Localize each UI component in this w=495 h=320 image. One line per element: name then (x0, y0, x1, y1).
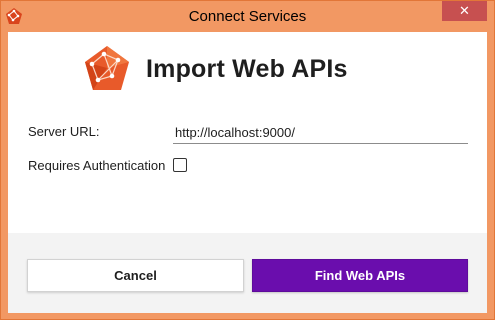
close-icon: ✕ (459, 3, 470, 18)
dialog-content: Import Web APIs Server URL: Requires Aut… (8, 32, 487, 313)
find-web-apis-button[interactable]: Find Web APIs (252, 259, 468, 292)
page-title: Import Web APIs (146, 54, 348, 83)
server-url-input[interactable] (173, 122, 468, 144)
close-button[interactable]: ✕ (442, 1, 487, 21)
web-api-logo-icon (85, 46, 129, 90)
requires-authentication-label: Requires Authentication (28, 158, 166, 173)
cancel-button[interactable]: Cancel (27, 259, 244, 292)
dialog-footer: Cancel Find Web APIs (8, 233, 487, 313)
dialog-window: Connect Services ✕ Import Web APIs Serve… (0, 0, 495, 320)
requires-authentication-checkbox[interactable] (173, 158, 187, 172)
window-title: Connect Services (188, 8, 307, 25)
dialog-header: Import Web APIs (82, 44, 348, 94)
title-bar[interactable]: Connect Services ✕ (1, 1, 494, 32)
server-url-label: Server URL: (28, 124, 100, 139)
